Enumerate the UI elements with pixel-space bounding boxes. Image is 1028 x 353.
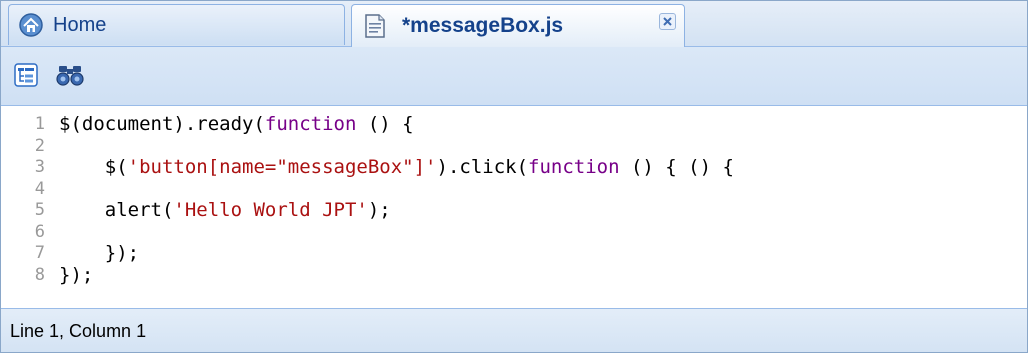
code-text: alert( <box>59 199 174 221</box>
code-text: }); <box>59 263 94 286</box>
code-string: 'button[name="messageBox"]' <box>127 156 437 178</box>
binoculars-icon <box>56 63 84 92</box>
code-text: ); <box>367 199 391 221</box>
code-keyword: function <box>528 156 620 178</box>
tab-strip: Home *messageBox.js <box>1 1 1027 47</box>
find-button[interactable] <box>56 63 84 91</box>
code-text: $(document).ready( <box>59 113 265 135</box>
line-number: 2 <box>34 135 45 156</box>
code-line: }); <box>59 242 1027 265</box>
line-number-gutter: 12345678 <box>1 114 49 286</box>
code-line: alert('Hello World JPT'); <box>59 199 1027 222</box>
code-line: $(document).ready(function () { <box>59 113 1027 136</box>
line-number: 5 <box>34 200 45 220</box>
code-line: }); <box>59 263 1027 287</box>
tab-home[interactable]: Home <box>8 4 345 45</box>
tree-view-button[interactable] <box>12 62 40 92</box>
toolbar <box>1 47 1027 106</box>
tab-messagebox-js[interactable]: *messageBox.js <box>351 4 685 47</box>
close-icon[interactable] <box>659 13 676 30</box>
tab-messagebox-js-label: *messageBox.js <box>402 14 564 37</box>
code-area[interactable]: $(document).ready(function () { $('butto… <box>59 113 1027 287</box>
code-text: () { () { <box>619 156 734 178</box>
document-icon <box>362 13 388 39</box>
tab-home-label: Home <box>53 13 107 36</box>
code-keyword: function <box>264 113 357 135</box>
line-number: 1 <box>34 114 45 134</box>
tree-view-icon <box>14 62 38 92</box>
code-string: 'Hello World JPT' <box>173 199 368 221</box>
code-text: $( <box>59 156 128 178</box>
cursor-position: Line 1, Column 1 <box>10 321 147 341</box>
home-icon <box>18 12 44 38</box>
code-text: () { <box>356 113 414 135</box>
line-number: 8 <box>34 264 45 285</box>
code-line: $('button[name="messageBox"]').click(fun… <box>59 156 1027 179</box>
code-text: ).click( <box>436 156 529 178</box>
editor-window: Home *messageBox.js 1 2 3 4 5 6 7 8 $(do… <box>0 0 1028 353</box>
code-text: }); <box>59 242 140 264</box>
line-number: 7 <box>34 243 45 263</box>
line-number: 3 <box>34 157 45 177</box>
code-editor[interactable]: 12345678 $(document).ready(function () {… <box>1 106 1027 308</box>
line-number: 6 <box>34 221 45 242</box>
status-bar: Line 1, Column 1 <box>1 308 1027 352</box>
line-number: 4 <box>34 178 45 199</box>
